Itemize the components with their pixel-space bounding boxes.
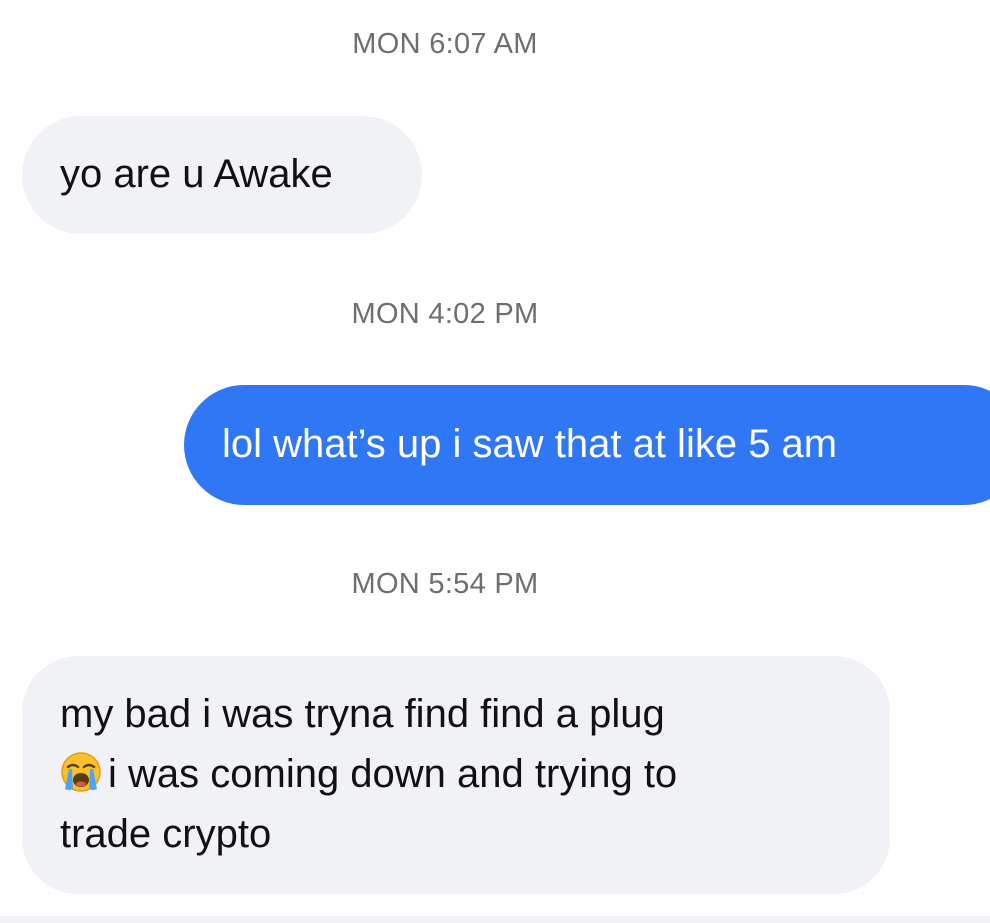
- incoming-message-bubble[interactable]: yo are u Awake: [22, 116, 422, 234]
- timestamp: MON 5:54 PM: [351, 568, 539, 600]
- message-text-line: trade crypto: [60, 812, 272, 856]
- incoming-message-bubble[interactable]: my bad i was tryna find find a plug i wa…: [22, 656, 890, 894]
- message-text: lol what’s up i saw that at like 5 am: [222, 422, 838, 466]
- message-thread[interactable]: MON 6:07 AM yo are u Awake MON 4:02 PM l…: [0, 0, 990, 923]
- message-text-line: i was coming down and trying to: [60, 744, 860, 804]
- message-text: i was coming down and trying to: [108, 752, 678, 796]
- timestamp: MON 6:07 AM: [352, 28, 538, 60]
- loudly-crying-face-emoji-icon: [60, 750, 102, 792]
- outgoing-message-bubble[interactable]: lol what’s up i saw that at like 5 am: [184, 385, 990, 505]
- timestamp: MON 4:02 PM: [351, 298, 539, 330]
- message-text-line: my bad i was tryna find find a plug: [60, 692, 665, 736]
- bottom-edge-divider: [0, 916, 990, 923]
- message-text: yo are u Awake: [60, 152, 333, 196]
